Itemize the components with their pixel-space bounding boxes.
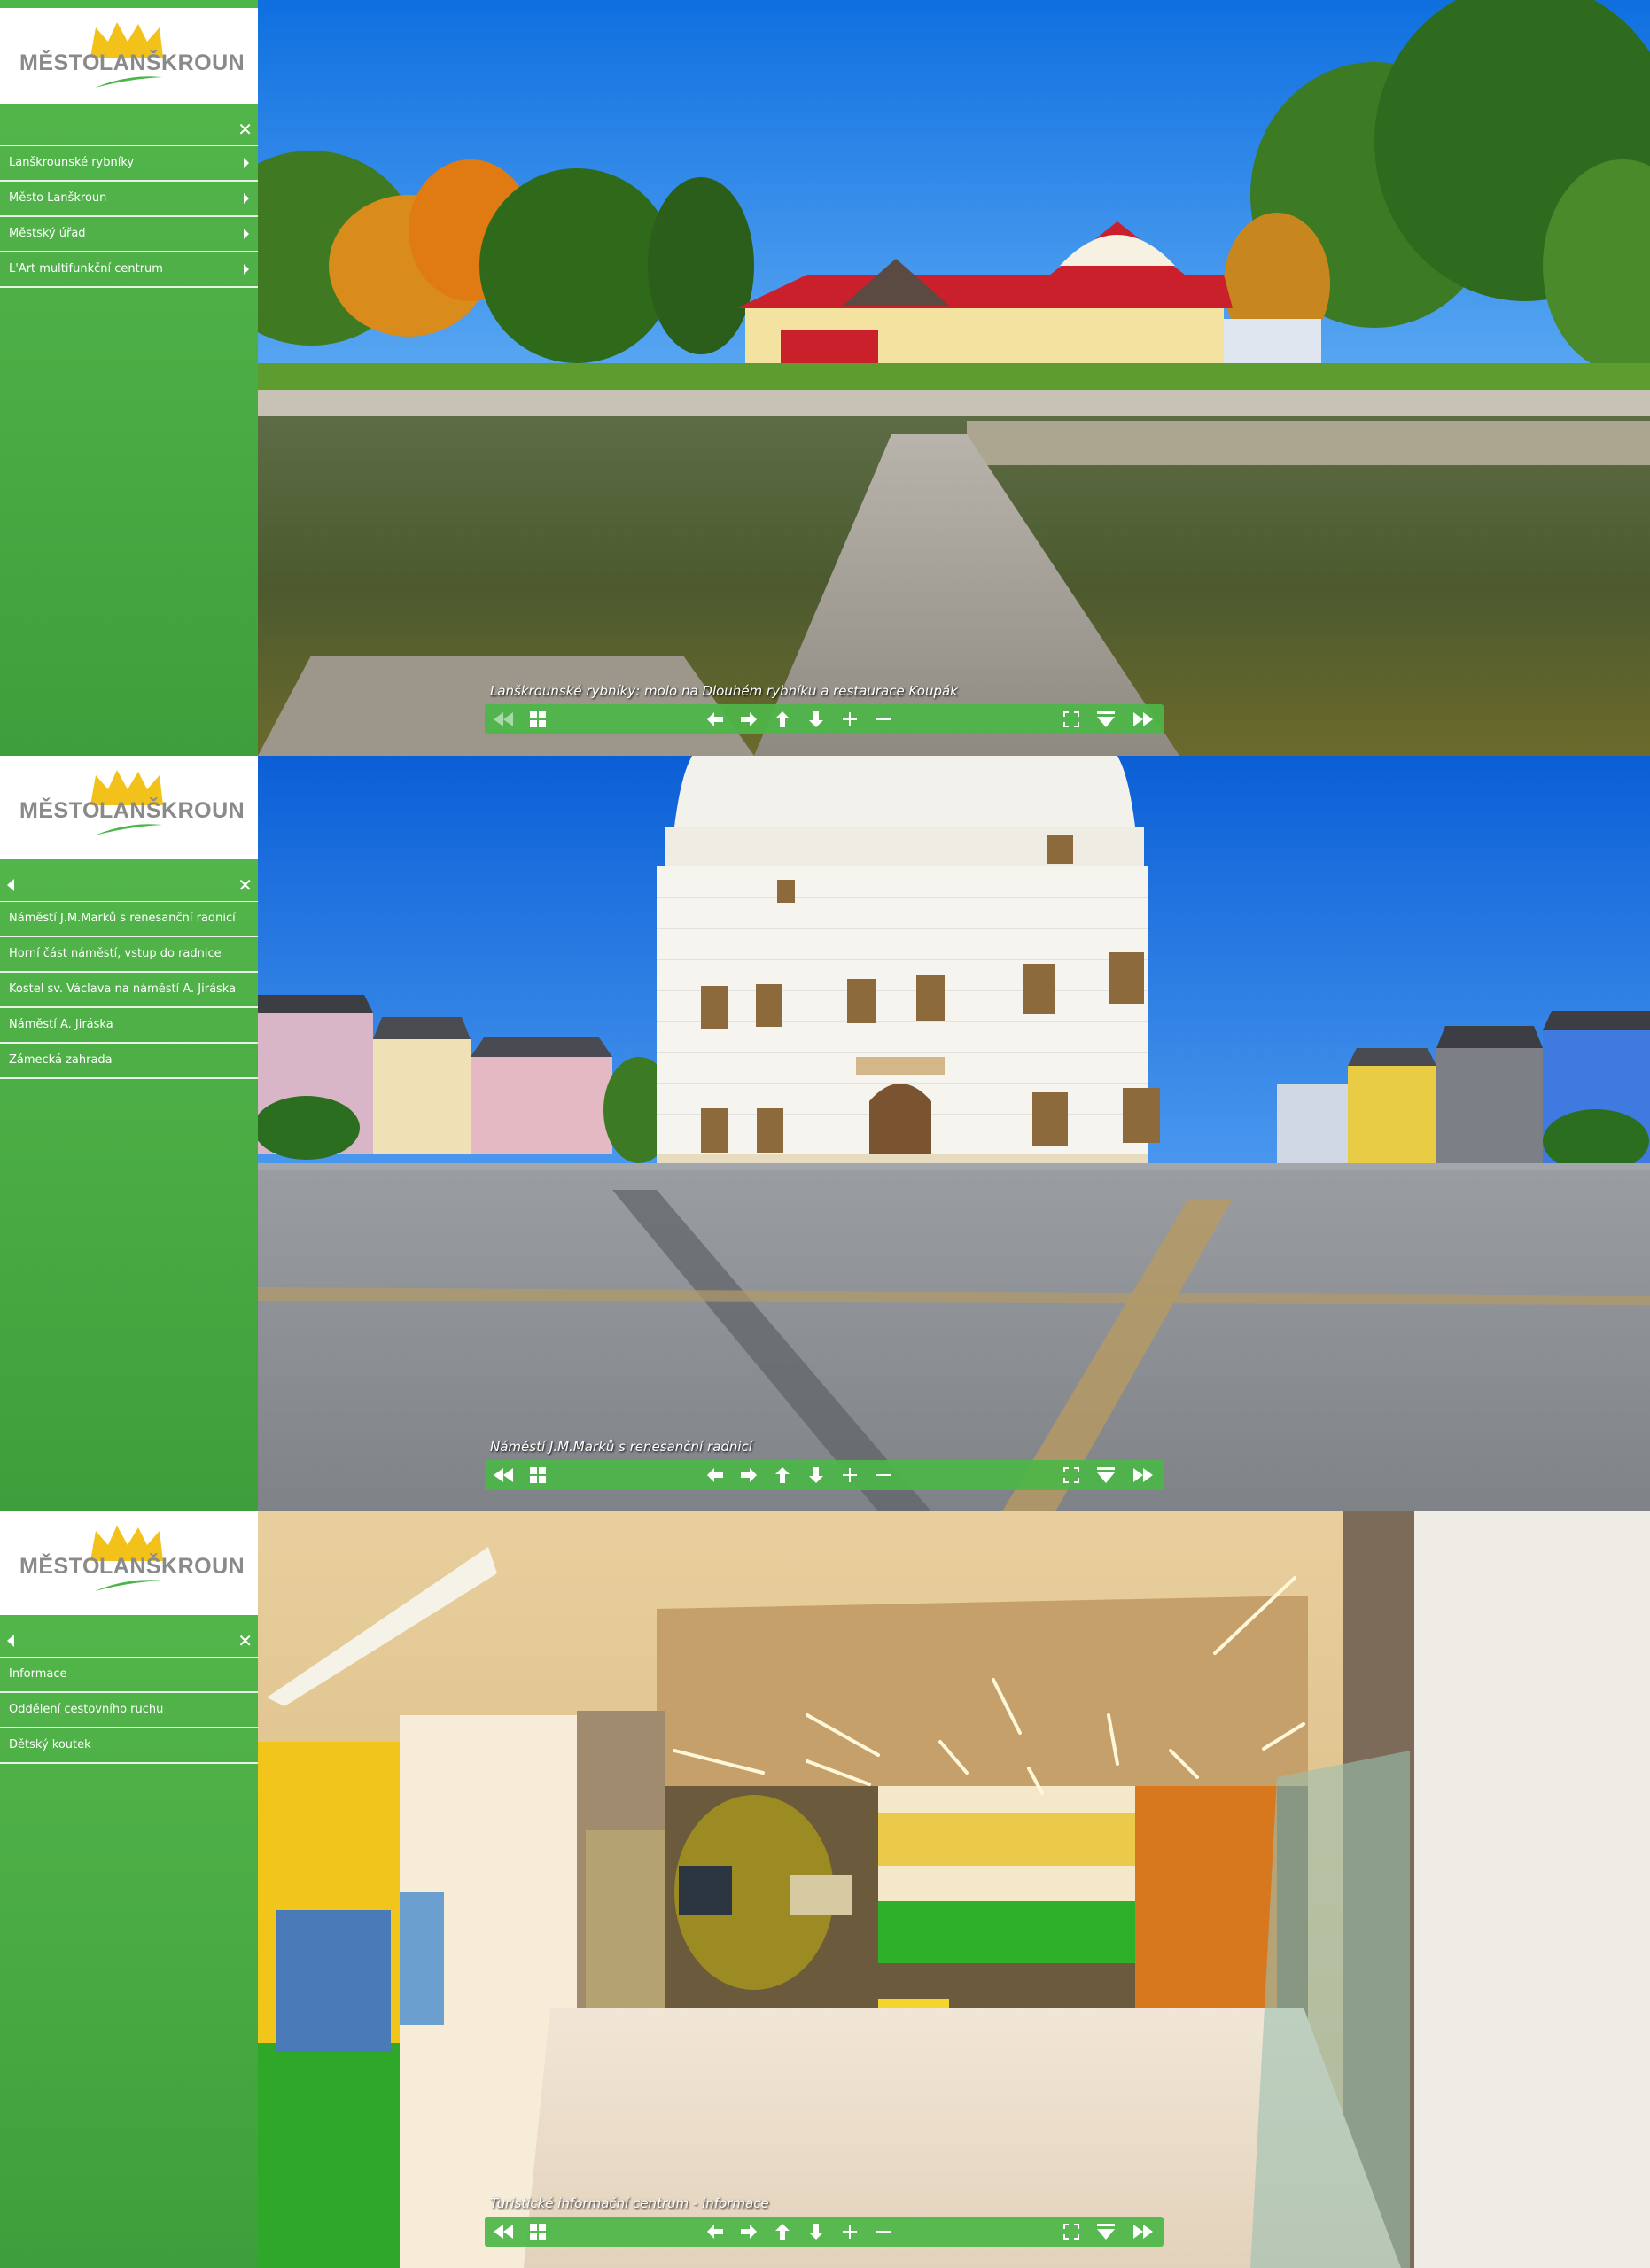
menu-item-label: Horní část náměstí, vstup do radnice — [9, 947, 222, 960]
zoom-out-icon[interactable] — [870, 704, 897, 734]
sidebar: MĚSTO LANŠKROUN ✕ Informace Oddělení ces… — [0, 1511, 258, 2268]
menu-item-label: Lanškrounské rybníky — [9, 156, 135, 169]
panorama-view[interactable] — [258, 1511, 1650, 2268]
menu-item-label: Oddělení cestovního ruchu — [9, 1703, 164, 1716]
rewind-icon[interactable] — [490, 1460, 517, 1490]
fast-forward-icon[interactable] — [1130, 2217, 1156, 2247]
panorama-image-info-centre — [258, 1511, 1650, 2268]
menu-item[interactable]: Oddělení cestovního ruchu — [0, 1693, 258, 1728]
menu-item[interactable]: Město Lanškroun — [0, 182, 258, 217]
tour-panel-square: MĚSTO LANŠKROUN ✕ Náměstí J.M.Marků s re… — [0, 756, 1650, 1511]
menu-header: ✕ — [0, 1627, 258, 1658]
hide-toolbar-icon[interactable] — [1093, 704, 1119, 734]
menu-item-label: Kostel sv. Václava na náměstí A. Jiráska — [9, 983, 237, 996]
panorama-image-ponds — [258, 0, 1650, 756]
hide-toolbar-icon[interactable] — [1093, 2217, 1119, 2247]
fullscreen-icon[interactable] — [1058, 1460, 1085, 1490]
sidebar: MĚSTO LANŠKROUN ✕ Lanškrounské rybníky M… — [0, 0, 258, 756]
close-icon[interactable]: ✕ — [237, 1630, 253, 1651]
chevron-right-icon — [244, 158, 249, 168]
panorama-view[interactable] — [258, 0, 1650, 756]
tour-panel-ponds: MĚSTO LANŠKROUN ✕ Lanškrounské rybníky M… — [0, 0, 1650, 756]
arrow-up-icon[interactable] — [769, 1460, 796, 1490]
viewer-toolbar — [485, 2217, 1164, 2247]
back-icon[interactable] — [7, 1635, 14, 1647]
chevron-right-icon — [244, 229, 249, 239]
arrow-left-icon[interactable] — [702, 1460, 728, 1490]
panorama-image-square — [258, 756, 1650, 1511]
menu-item[interactable]: Horní část náměstí, vstup do radnice — [0, 937, 258, 973]
menu-item-label: Náměstí J.M.Marků s renesanční radnicí — [9, 912, 236, 925]
menu-header: ✕ — [0, 115, 258, 146]
fast-forward-icon[interactable] — [1130, 704, 1156, 734]
menu-item-label: Městský úřad — [9, 227, 86, 240]
close-icon[interactable]: ✕ — [237, 874, 253, 896]
zoom-out-icon[interactable] — [870, 2217, 897, 2247]
arrow-right-icon[interactable] — [735, 1460, 762, 1490]
menu-item-label: Dětský koutek — [9, 1738, 91, 1751]
tour-panel-info-centre: MĚSTO LANŠKROUN ✕ Informace Oddělení ces… — [0, 1511, 1650, 2268]
arrow-right-icon[interactable] — [735, 704, 762, 734]
menu-item-label: Město Lanškroun — [9, 191, 107, 205]
city-logo[interactable]: MĚSTO LANŠKROUN — [0, 8, 258, 104]
menu-item[interactable]: Lanškrounské rybníky — [0, 146, 258, 182]
rewind-icon[interactable] — [490, 704, 517, 734]
menu-item[interactable]: Kostel sv. Václava na náměstí A. Jiráska — [0, 973, 258, 1008]
menu-list: Lanškrounské rybníky Město Lanškroun Měs… — [0, 146, 258, 288]
zoom-in-icon[interactable] — [837, 1460, 863, 1490]
panorama-view[interactable] — [258, 756, 1650, 1511]
scene-caption: Náměstí J.M.Marků s renesanční radnicí — [490, 1439, 752, 1455]
close-icon[interactable]: ✕ — [237, 119, 253, 140]
scene-caption: Lanškrounské rybníky: molo na Dlouhém ry… — [490, 683, 958, 699]
chevron-right-icon — [244, 264, 249, 275]
zoom-in-icon[interactable] — [837, 2217, 863, 2247]
arrow-up-icon[interactable] — [769, 704, 796, 734]
viewer-toolbar — [485, 1460, 1164, 1490]
arrow-down-icon[interactable] — [803, 2217, 829, 2247]
menu-item-label: Informace — [9, 1667, 67, 1681]
menu-item[interactable]: L'Art multifunkční centrum — [0, 252, 258, 288]
fast-forward-icon[interactable] — [1130, 1460, 1156, 1490]
menu-item[interactable]: Dětský koutek — [0, 1728, 258, 1764]
rewind-icon[interactable] — [490, 2217, 517, 2247]
logo-swoosh — [95, 76, 162, 88]
menu-item-label: Náměstí A. Jiráska — [9, 1018, 113, 1031]
menu-list: Informace Oddělení cestovního ruchu Děts… — [0, 1658, 258, 1764]
back-icon[interactable] — [7, 879, 14, 891]
menu-item[interactable]: Městský úřad — [0, 217, 258, 252]
grid-icon[interactable] — [525, 704, 551, 734]
logo-text-mesto: MĚSTO — [19, 1554, 100, 1579]
arrow-left-icon[interactable] — [702, 2217, 728, 2247]
scene-caption: Turistické informační centrum - informac… — [490, 2195, 769, 2211]
arrow-right-icon[interactable] — [735, 2217, 762, 2247]
logo-text-mesto: MĚSTO — [19, 798, 100, 823]
logo-swoosh — [95, 1580, 162, 1591]
menu-item-label: L'Art multifunkční centrum — [9, 262, 163, 276]
city-logo[interactable]: MĚSTO LANŠKROUN — [0, 1511, 258, 1615]
menu-item[interactable]: Náměstí A. Jiráska — [0, 1008, 258, 1044]
arrow-down-icon[interactable] — [803, 1460, 829, 1490]
menu-item-label: Zámecká zahrada — [9, 1053, 113, 1067]
zoom-in-icon[interactable] — [837, 704, 863, 734]
hide-toolbar-icon[interactable] — [1093, 1460, 1119, 1490]
menu-item[interactable]: Informace — [0, 1658, 258, 1693]
menu-list: Náměstí J.M.Marků s renesanční radnicí H… — [0, 902, 258, 1079]
arrow-up-icon[interactable] — [769, 2217, 796, 2247]
fullscreen-icon[interactable] — [1058, 704, 1085, 734]
chevron-right-icon — [244, 193, 249, 204]
arrow-down-icon[interactable] — [803, 704, 829, 734]
viewer-toolbar — [485, 704, 1164, 734]
grid-icon[interactable] — [525, 1460, 551, 1490]
city-logo[interactable]: MĚSTO LANŠKROUN — [0, 756, 258, 859]
zoom-out-icon[interactable] — [870, 1460, 897, 1490]
menu-header: ✕ — [0, 871, 258, 902]
sidebar: MĚSTO LANŠKROUN ✕ Náměstí J.M.Marků s re… — [0, 756, 258, 1511]
menu-item[interactable]: Náměstí J.M.Marků s renesanční radnicí — [0, 902, 258, 937]
logo-text-mesto: MĚSTO — [19, 50, 100, 75]
grid-icon[interactable] — [525, 2217, 551, 2247]
fullscreen-icon[interactable] — [1058, 2217, 1085, 2247]
arrow-left-icon[interactable] — [702, 704, 728, 734]
menu-item[interactable]: Zámecká zahrada — [0, 1044, 258, 1079]
logo-swoosh — [95, 824, 162, 835]
